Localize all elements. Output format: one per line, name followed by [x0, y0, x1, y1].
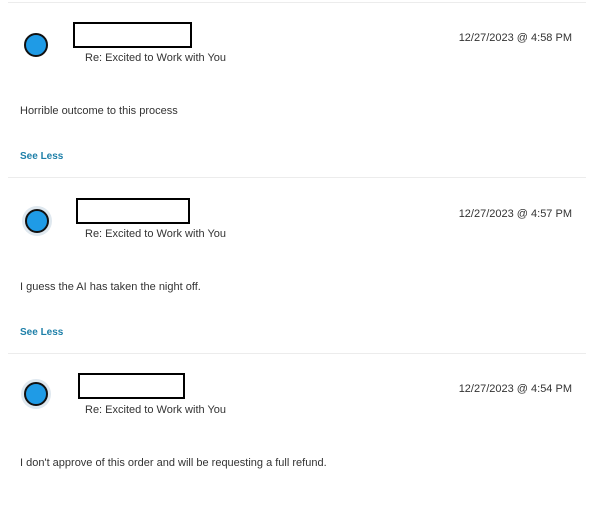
message-item: Re: Excited to Work with You 12/27/2023 …: [0, 0, 599, 176]
see-less-link[interactable]: See Less: [20, 327, 63, 338]
avatar[interactable]: [24, 33, 48, 57]
redacted-author-name[interactable]: [76, 198, 190, 224]
redacted-author-name[interactable]: [78, 373, 185, 399]
message-subject: Re: Excited to Work with You: [85, 404, 227, 416]
message-subject: Re: Excited to Work with You: [85, 228, 227, 240]
avatar[interactable]: [25, 209, 49, 233]
message-item: Re: Excited to Work with You 12/27/2023 …: [0, 354, 599, 530]
message-timestamp: 12/27/2023 @ 4:54 PM: [458, 383, 572, 395]
message-timestamp: 12/27/2023 @ 4:57 PM: [458, 208, 572, 220]
message-body: I don't approve of this order and will b…: [20, 457, 327, 469]
message-body: Horrible outcome to this process: [20, 105, 178, 117]
see-less-link[interactable]: See Less: [20, 151, 63, 162]
message-item: Re: Excited to Work with You 12/27/2023 …: [0, 178, 599, 354]
redacted-author-name[interactable]: [73, 22, 192, 48]
message-timestamp: 12/27/2023 @ 4:58 PM: [458, 32, 572, 44]
avatar[interactable]: [24, 382, 48, 406]
message-body: I guess the AI has taken the night off.: [20, 281, 201, 293]
message-subject: Re: Excited to Work with You: [85, 52, 227, 64]
